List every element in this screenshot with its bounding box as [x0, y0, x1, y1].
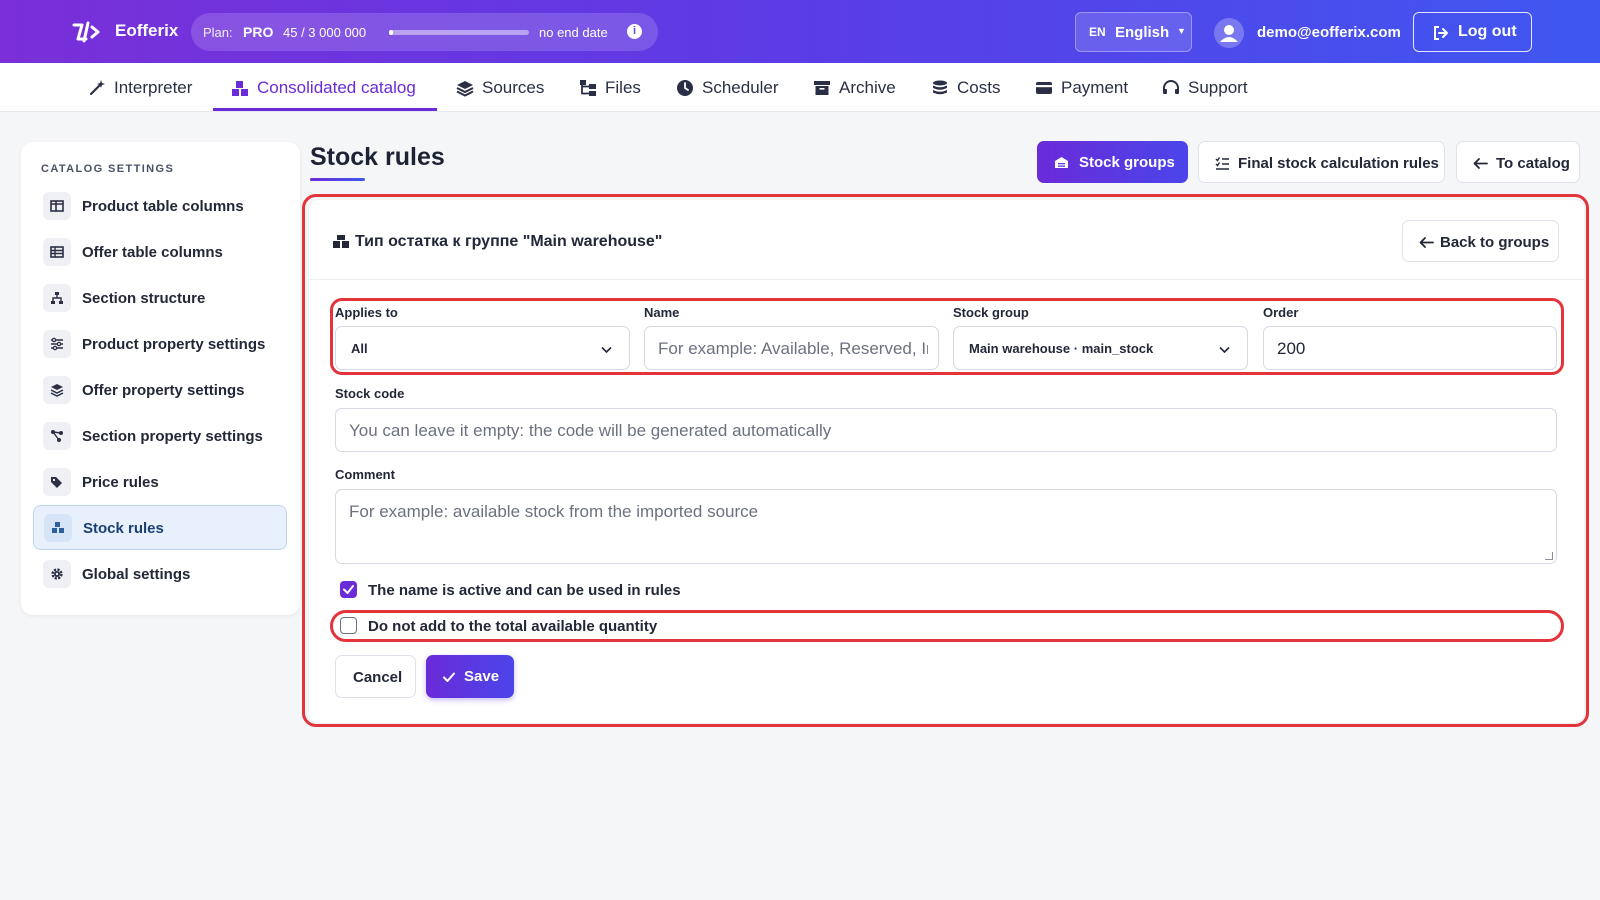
- sidebar-item-product-property-settings[interactable]: Product property settings: [33, 322, 287, 367]
- nav-item-sources[interactable]: Sources: [456, 63, 544, 112]
- nav-label: Files: [605, 77, 641, 97]
- plan-usage-pill: Plan: PRO 45 / 3 000 000 no end date i: [191, 13, 658, 51]
- sidebar-item-label: Price rules: [82, 474, 159, 491]
- nav-item-consolidated-catalog[interactable]: Consolidated catalog: [231, 63, 416, 112]
- headset-icon: [1163, 79, 1179, 94]
- sidebar-title: CATALOG SETTINGS: [41, 163, 175, 175]
- sign-out-icon: [1434, 26, 1448, 40]
- user-icon: [1220, 25, 1238, 42]
- credit-card-icon: [1036, 81, 1052, 94]
- logout-label: Log out: [1458, 23, 1517, 40]
- sidebar-item-label: Product table columns: [82, 198, 244, 215]
- coins-icon: [933, 80, 947, 94]
- avatar[interactable]: [1214, 18, 1244, 48]
- plan-usage-bar: [389, 30, 529, 35]
- plan-label: Plan:: [203, 25, 233, 40]
- sidebar-item-label: Global settings: [82, 566, 191, 583]
- archive-box-icon: [814, 80, 830, 95]
- columns-icon: [50, 200, 64, 212]
- sidebar-item-label: Offer table columns: [82, 244, 223, 261]
- sidebar-item-label: Stock rules: [83, 520, 164, 537]
- nav-item-files[interactable]: Files: [579, 63, 641, 112]
- cubes-icon: [52, 522, 64, 533]
- catalog-settings-sidebar: CATALOG SETTINGS Product table columns O…: [21, 142, 300, 615]
- app-name: Eofferix: [115, 21, 179, 40]
- nav-label: Scheduler: [702, 77, 779, 97]
- nav-label: Consolidated catalog: [257, 77, 416, 97]
- nav-item-costs[interactable]: Costs: [931, 63, 1000, 112]
- nav-item-interpreter[interactable]: Interpreter: [88, 63, 192, 112]
- nav-label: Sources: [482, 77, 545, 97]
- title-underline: [310, 178, 365, 181]
- plan-usage-bar-fill: [389, 30, 393, 35]
- layers-icon: [456, 80, 474, 97]
- folder-tree-icon: [580, 79, 596, 96]
- highlight-outline: [302, 194, 1589, 727]
- sidebar-item-label: Section property settings: [82, 428, 263, 445]
- warehouse-icon: [1055, 157, 1068, 168]
- share-nodes-icon: [51, 430, 63, 442]
- gear-icon: [51, 568, 63, 580]
- plan-usage: 45 / 3 000 000: [283, 25, 367, 40]
- caret-down-icon: ▼: [1177, 26, 1186, 36]
- language-name: English: [1115, 24, 1170, 41]
- top-bar: Eofferix Plan: PRO 45 / 3 000 000 no end…: [0, 0, 1600, 63]
- nav-label: Costs: [957, 77, 1001, 97]
- plan-end-date: no end date: [539, 25, 608, 40]
- final-stock-rules-label: Final stock calculation rules: [1238, 155, 1439, 172]
- tags-icon: [51, 477, 62, 488]
- logo-icon: [72, 21, 100, 43]
- stock-groups-label: Stock groups: [1079, 154, 1175, 171]
- to-catalog-button[interactable]: To catalog: [1456, 141, 1580, 183]
- stock-groups-button[interactable]: Stock groups: [1037, 141, 1188, 183]
- nav-item-scheduler[interactable]: Scheduler: [676, 63, 779, 112]
- arrow-left-icon: [1473, 158, 1488, 169]
- to-catalog-label: To catalog: [1496, 155, 1570, 172]
- nav-label: Interpreter: [114, 77, 193, 97]
- nav-label: Archive: [839, 77, 896, 97]
- sidebar-item-label: Offer property settings: [82, 382, 245, 399]
- table-icon: [50, 246, 64, 258]
- magic-wand-icon: [89, 79, 105, 95]
- sidebar-item-label: Product property settings: [82, 336, 266, 353]
- sidebar-item-offer-property-settings[interactable]: Offer property settings: [33, 368, 287, 413]
- sitemap-icon: [51, 292, 63, 304]
- sidebar-item-label: Section structure: [82, 290, 206, 307]
- list-check-icon: [1215, 157, 1229, 170]
- info-icon[interactable]: i: [627, 24, 642, 39]
- user-email[interactable]: demo@eofferix.com: [1257, 24, 1401, 41]
- clock-icon: [677, 79, 693, 96]
- layers-icon: [50, 384, 64, 397]
- cubes-icon: [232, 80, 248, 96]
- language-code: EN: [1089, 25, 1106, 39]
- sidebar-item-section-structure[interactable]: Section structure: [33, 276, 287, 321]
- nav-active-indicator: [213, 108, 437, 111]
- final-stock-rules-button[interactable]: Final stock calculation rules: [1198, 141, 1445, 183]
- nav-item-support[interactable]: Support: [1162, 63, 1248, 112]
- sidebar-item-product-table-columns[interactable]: Product table columns: [33, 184, 287, 229]
- logout-button[interactable]: Log out: [1413, 12, 1532, 52]
- sidebar-item-stock-rules[interactable]: Stock rules: [33, 505, 287, 550]
- sidebar-item-offer-table-columns[interactable]: Offer table columns: [33, 230, 287, 275]
- plan-tier: PRO: [243, 24, 274, 40]
- language-selector[interactable]: EN English ▼: [1075, 12, 1192, 52]
- sidebar-item-price-rules[interactable]: Price rules: [33, 460, 287, 505]
- nav-label: Payment: [1061, 77, 1129, 97]
- nav-item-archive[interactable]: Archive: [813, 63, 896, 112]
- page-title: Stock rules: [310, 143, 445, 171]
- sidebar-item-global-settings[interactable]: Global settings: [33, 552, 287, 597]
- nav-label: Support: [1188, 77, 1248, 97]
- sliders-icon: [51, 337, 63, 351]
- main-nav: Interpreter Consolidated catalog Sources…: [0, 63, 1600, 112]
- sidebar-item-section-property-settings[interactable]: Section property settings: [33, 414, 287, 459]
- nav-item-payment[interactable]: Payment: [1035, 63, 1128, 112]
